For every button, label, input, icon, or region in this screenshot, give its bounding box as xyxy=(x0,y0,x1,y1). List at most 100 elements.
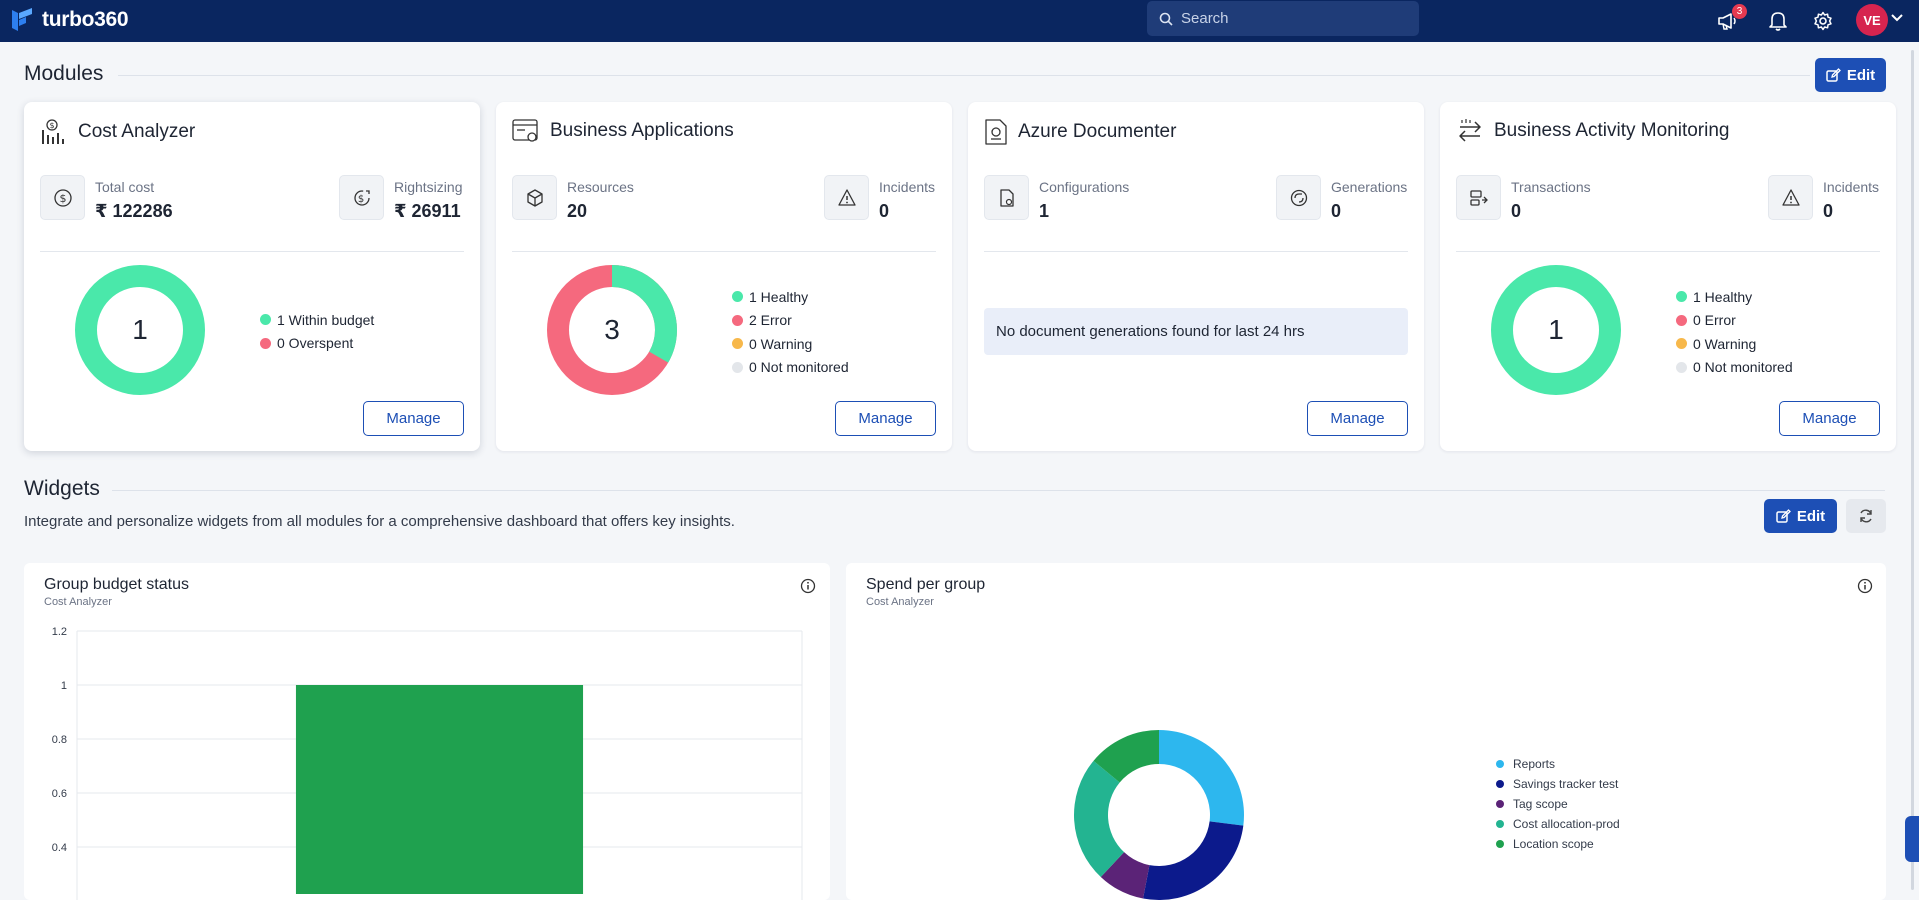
cost-analyzer-icon: $ xyxy=(42,119,64,144)
stat-incidents: Incidents 0 xyxy=(824,175,935,222)
notifications-button[interactable] xyxy=(1765,8,1791,34)
manage-business-applications-button[interactable]: Manage xyxy=(835,401,936,436)
modules-edit-button[interactable]: Edit xyxy=(1815,58,1886,92)
legend-dot xyxy=(1676,291,1687,303)
stat-generations: Generations 0 xyxy=(1276,175,1407,222)
card-header: Business Applications xyxy=(512,118,734,144)
bell-icon xyxy=(1769,12,1787,31)
svg-text:$: $ xyxy=(357,194,363,205)
legend-dot xyxy=(1496,800,1504,808)
search-input[interactable] xyxy=(1181,10,1401,27)
app-logo[interactable]: turbo360 xyxy=(10,7,129,33)
stat-value: 20 xyxy=(567,201,588,221)
document-gear-icon xyxy=(984,175,1029,220)
legend-item: 0 Warning xyxy=(732,332,849,356)
spend-per-group-donut-chart xyxy=(1074,730,1244,900)
refresh-widgets-button[interactable] xyxy=(1846,499,1886,533)
card-header: $ Cost Analyzer xyxy=(40,118,195,146)
y-tick-label: 1 xyxy=(61,680,67,692)
card-title: Azure Documenter xyxy=(1018,121,1177,142)
legend-dot xyxy=(732,314,743,326)
side-panel-tab[interactable] xyxy=(1905,816,1919,862)
legend-label: Location scope xyxy=(1513,837,1594,851)
business-applications-icon xyxy=(512,119,538,142)
legend-dot xyxy=(732,338,743,350)
legend-item[interactable]: Savings tracker test xyxy=(1496,774,1620,794)
stat-value: 1 xyxy=(1039,201,1050,221)
search-box[interactable] xyxy=(1147,1,1419,36)
modules-heading: Modules xyxy=(24,62,104,85)
card-divider xyxy=(512,251,936,252)
edit-icon xyxy=(1776,508,1791,523)
azure-documenter-icon xyxy=(985,119,1007,145)
stat-label: Generations xyxy=(1331,179,1408,195)
group-budget-bar-chart: 1.2 1 0.8 0.6 0.4 xyxy=(52,626,803,900)
legend-label: Cost allocation-prod xyxy=(1513,817,1620,831)
y-tick-label: 0.6 xyxy=(52,788,67,800)
stat-label: Incidents xyxy=(879,179,936,195)
user-avatar[interactable]: VE xyxy=(1856,4,1888,36)
legend-label: 0 Not monitored xyxy=(1693,359,1793,376)
warning-icon xyxy=(1768,175,1813,220)
legend-dot xyxy=(1496,760,1504,768)
settings-button[interactable] xyxy=(1810,8,1836,34)
manage-azure-documenter-button[interactable]: Manage xyxy=(1307,401,1408,436)
stat-resources: Resources 20 xyxy=(512,175,634,222)
cube-icon xyxy=(512,175,557,220)
activity-monitoring-icon xyxy=(1459,119,1481,142)
donut-legend: 1 Healthy 0 Error 0 Warning 0 Not monito… xyxy=(1676,285,1793,379)
legend-item[interactable]: Cost allocation-prod xyxy=(1496,814,1620,834)
legend-label: 1 Healthy xyxy=(749,288,809,305)
legend-item: 0 Not monitored xyxy=(1676,356,1793,380)
legend-item[interactable]: Tag scope xyxy=(1496,794,1620,814)
chevron-down-icon[interactable] xyxy=(1890,11,1904,25)
legend-item: 0 Overspent xyxy=(260,332,374,356)
module-card-cost-analyzer: $ Cost Analyzer $ Total cost ₹ 122286 $ R… xyxy=(24,102,480,451)
widgets-description: Integrate and personalize widgets from a… xyxy=(24,513,735,530)
top-navigation-bar: turbo360 3 VE xyxy=(0,0,1919,42)
generations-icon xyxy=(1276,175,1321,220)
y-tick-label: 0.8 xyxy=(52,734,67,746)
stat-transactions: Transactions 0 xyxy=(1456,175,1591,222)
donut-total: 3 xyxy=(604,314,620,345)
legend-label: Reports xyxy=(1513,757,1556,771)
pie-legend: Reports Savings tracker test Tag scope Cost… xyxy=(1496,754,1620,854)
card-title: Business Activity Monitoring xyxy=(1494,120,1730,141)
y-tick-label: 0.4 xyxy=(52,842,67,854)
transactions-icon xyxy=(1456,175,1501,220)
stat-label: Incidents xyxy=(1823,179,1880,195)
stat-value: 0 xyxy=(1331,201,1342,221)
module-card-business-activity-monitoring: Business Activity Monitoring Transaction… xyxy=(1440,102,1896,451)
legend-dot xyxy=(260,337,271,349)
card-title: Business Applications xyxy=(550,120,734,141)
stat-value: 0 xyxy=(1823,201,1834,221)
dollar-circle-icon: $ xyxy=(40,175,85,220)
legend-item[interactable]: Location scope xyxy=(1496,834,1620,854)
search-icon xyxy=(1159,12,1173,26)
legend-label: 0 Not monitored xyxy=(749,359,849,376)
legend-dot xyxy=(1676,338,1687,350)
legend-label: 1 Healthy xyxy=(1693,288,1753,305)
legend-dot xyxy=(1496,820,1504,828)
turbo360-logo-icon xyxy=(12,8,32,31)
stat-configurations: Configurations 1 xyxy=(984,175,1129,222)
manage-business-activity-monitoring-button[interactable]: Manage xyxy=(1779,401,1880,436)
widgets-edit-button[interactable]: Edit xyxy=(1764,499,1837,533)
y-tick-label: 1.2 xyxy=(52,626,67,638)
announcements-button[interactable]: 3 xyxy=(1715,4,1747,34)
legend-item[interactable]: Reports xyxy=(1496,754,1620,774)
manage-cost-analyzer-button[interactable]: Manage xyxy=(363,401,464,436)
vertical-scrollbar[interactable] xyxy=(1911,50,1914,890)
stat-label: Resources xyxy=(567,179,634,195)
donut-legend: 1 Healthy 2 Error 0 Warning 0 Not monito… xyxy=(732,285,849,379)
legend-label: 0 Warning xyxy=(1693,335,1757,352)
bar xyxy=(295,685,584,894)
card-title: Cost Analyzer xyxy=(78,121,196,142)
donut-total: 1 xyxy=(1548,314,1564,345)
legend-label: 0 Overspent xyxy=(277,335,354,352)
card-divider xyxy=(984,251,1408,252)
widget-spend-per-group: Spend per group Cost Analyzer Reports Sav… xyxy=(846,563,1886,900)
legend-dot xyxy=(260,314,271,326)
legend-dot xyxy=(1496,840,1504,848)
card-header: Business Activity Monitoring xyxy=(1456,118,1730,144)
